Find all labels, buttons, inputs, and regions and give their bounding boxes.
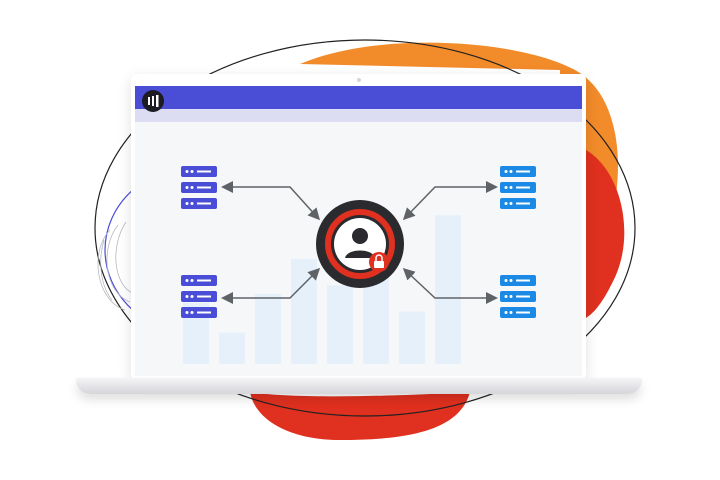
server-stack-bottom-left — [181, 275, 217, 318]
server-stack-bottom-right — [500, 275, 536, 318]
locked-user-icon — [316, 200, 404, 288]
server-rack-icon — [500, 166, 536, 209]
arrow-top-right — [402, 181, 498, 221]
background-bar — [255, 294, 281, 364]
server-rack-icon — [500, 275, 536, 318]
background-bar — [435, 215, 461, 364]
illustration-scene — [0, 0, 720, 480]
server-stack-top-right — [500, 166, 536, 209]
server-rack-icon — [181, 275, 217, 318]
diagram-layer — [181, 166, 536, 364]
arrow-top-left — [221, 181, 321, 221]
background-bar — [219, 332, 245, 364]
server-stack-top-left — [181, 166, 217, 209]
padlock-icon — [369, 252, 389, 272]
background-bar — [327, 285, 353, 364]
server-rack-icon — [181, 166, 217, 209]
background-bar — [399, 311, 425, 364]
